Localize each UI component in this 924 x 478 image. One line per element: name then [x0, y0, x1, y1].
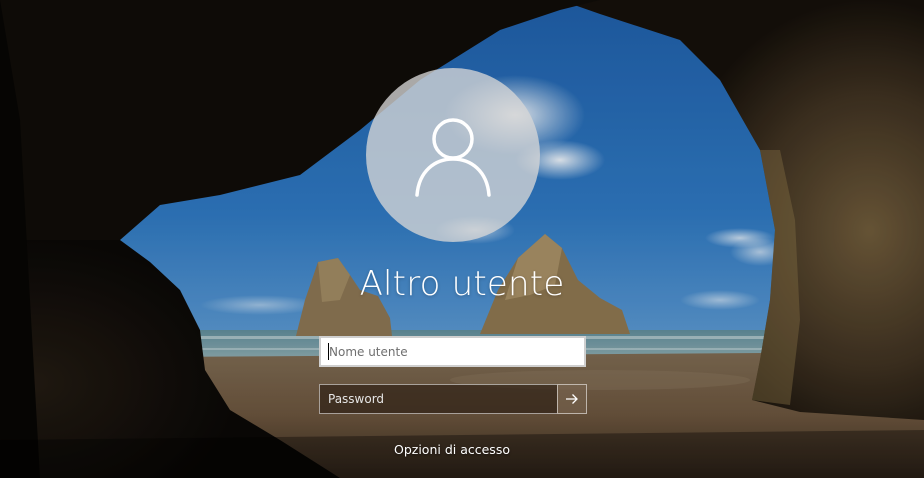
text-caret	[328, 343, 329, 360]
arrow-right-icon	[566, 394, 578, 404]
signin-options-link[interactable]: Opzioni di accesso	[332, 441, 572, 459]
user-avatar	[366, 68, 540, 242]
user-name-title: Altro utente	[359, 264, 565, 304]
password-input[interactable]	[319, 384, 557, 414]
submit-button[interactable]	[557, 384, 587, 414]
user-icon	[415, 118, 491, 197]
username-input[interactable]	[319, 336, 586, 367]
